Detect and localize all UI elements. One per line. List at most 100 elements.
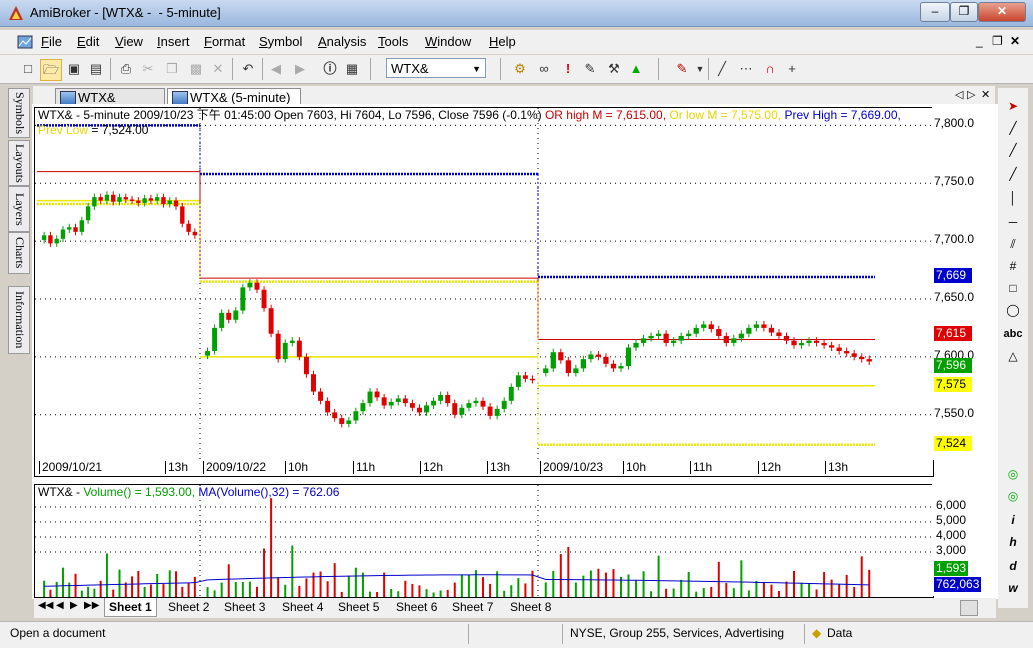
- tab-scroll-left-icon[interactable]: ◁: [955, 88, 963, 101]
- chevron-down-icon[interactable]: ▼: [690, 59, 710, 79]
- new-document-icon[interactable]: □: [18, 59, 38, 79]
- sheet-tab-8[interactable]: Sheet 8: [506, 598, 555, 616]
- status-data[interactable]: Data: [827, 626, 852, 640]
- sheet-tab-2[interactable]: Sheet 2: [164, 598, 213, 616]
- window-restore-button[interactable]: ❐: [950, 2, 978, 22]
- window-close-button[interactable]: ✕: [978, 2, 1026, 22]
- sheet-tab-4[interactable]: Sheet 4: [278, 598, 327, 616]
- price-axis[interactable]: 7,800.0 7,750.0 7,700.0 7,650.0 7,600.0 7,550…: [932, 107, 996, 460]
- tab-close-icon[interactable]: ✕: [981, 88, 990, 101]
- alert-icon[interactable]: !: [558, 59, 578, 79]
- symbol-combo[interactable]: WTX& ▼: [386, 58, 486, 78]
- volume-tick-label: 6,000: [936, 498, 967, 512]
- magnet-icon[interactable]: ∩: [760, 59, 780, 79]
- volume-chart[interactable]: [35, 485, 933, 597]
- date-tick-label: 2009/10/22: [203, 461, 266, 474]
- candle-body: [282, 342, 288, 360]
- side-tab-symbols[interactable]: Symbols: [8, 88, 30, 138]
- hammer-icon[interactable]: ⚒: [604, 59, 624, 79]
- candle-body: [550, 352, 556, 369]
- window-title: AmiBroker - [WTX& - - 5-minute]: [30, 5, 221, 20]
- open-folder-icon[interactable]: 🗁: [40, 59, 62, 81]
- forward-icon[interactable]: ▶: [290, 59, 310, 79]
- extended-line-icon[interactable]: ╱: [1002, 164, 1024, 184]
- ray-icon[interactable]: ╱: [1002, 140, 1024, 160]
- parallel-lines-icon[interactable]: ⫽: [1002, 234, 1024, 254]
- horizontal-scrollbar-thumb[interactable]: [960, 600, 978, 616]
- candle-body: [738, 333, 744, 339]
- interval-h-icon[interactable]: h: [1002, 532, 1024, 552]
- tab-scroll-right-icon[interactable]: ▷: [967, 88, 975, 101]
- date-tick-label: 13h: [165, 461, 188, 474]
- optimize-icon[interactable]: ▲: [626, 59, 646, 79]
- zoom-out-icon[interactable]: ◎: [1002, 486, 1024, 506]
- interval-i-icon[interactable]: i: [1002, 510, 1024, 530]
- print-icon[interactable]: ⎙: [116, 59, 136, 79]
- menu-format[interactable]: Format: [204, 34, 245, 49]
- save-all-icon[interactable]: ▤: [86, 59, 106, 79]
- menu-file[interactable]: File: [41, 34, 62, 49]
- window-minimize-button[interactable]: –: [920, 2, 950, 22]
- sheet-tab-1[interactable]: Sheet 1: [104, 598, 157, 617]
- menu-edit[interactable]: Edit: [77, 34, 99, 49]
- side-tab-layouts[interactable]: Layouts: [8, 140, 30, 186]
- candle-body: [821, 342, 827, 346]
- last-sheet-icon[interactable]: ▶▶: [84, 600, 99, 611]
- mdi-restore-button[interactable]: ❐: [992, 34, 1003, 48]
- price-pane[interactable]: [34, 107, 934, 462]
- fibonacci-icon[interactable]: #: [1002, 256, 1024, 276]
- rectangle-icon[interactable]: □: [1002, 278, 1024, 298]
- horizontal-line-icon[interactable]: ─: [1002, 212, 1024, 232]
- back-icon[interactable]: ◀: [266, 59, 286, 79]
- menu-symbol[interactable]: Symbol: [259, 34, 302, 49]
- triangle-icon[interactable]: △: [1002, 346, 1024, 366]
- zoom-in-icon[interactable]: ◎: [1002, 464, 1024, 484]
- side-tab-charts[interactable]: Charts: [8, 232, 30, 274]
- menu-help[interactable]: Help: [489, 34, 516, 49]
- sheet-tab-7[interactable]: Sheet 7: [448, 598, 497, 616]
- side-tab-information[interactable]: Information: [8, 286, 30, 354]
- volume-pane[interactable]: [34, 484, 934, 598]
- gear-icon[interactable]: ⚙: [510, 59, 530, 79]
- candle-body: [445, 395, 451, 404]
- prev-sheet-icon[interactable]: ◀: [56, 600, 64, 611]
- menu-analysis[interactable]: Analysis: [318, 34, 366, 49]
- undo-icon[interactable]: ↶: [238, 59, 258, 79]
- calendar-icon[interactable]: ▦: [342, 59, 362, 79]
- mdi-minimize-button[interactable]: _: [976, 34, 983, 48]
- cut-icon[interactable]: ✂: [138, 59, 158, 79]
- tab-label: WTX& (5-minute): [190, 90, 291, 105]
- color-pen-icon[interactable]: ✎: [672, 59, 692, 79]
- sheet-tab-6[interactable]: Sheet 6: [392, 598, 441, 616]
- next-sheet-icon[interactable]: ▶: [70, 600, 78, 611]
- menu-window[interactable]: Window: [425, 34, 471, 49]
- interval-d-icon[interactable]: d: [1002, 556, 1024, 576]
- copy-icon[interactable]: ❐: [162, 59, 182, 79]
- volume-axis[interactable]: 6,000 5,000 4,000 3,000 1,593 762,063: [932, 484, 996, 596]
- menu-view[interactable]: View: [115, 34, 143, 49]
- report-icon[interactable]: ✎: [580, 59, 600, 79]
- vertical-line-icon[interactable]: │: [1002, 188, 1024, 208]
- paste-icon[interactable]: ▩: [186, 59, 206, 79]
- delete-icon[interactable]: ✕: [208, 59, 228, 79]
- menu-insert[interactable]: Insert: [157, 34, 190, 49]
- ellipse-icon[interactable]: ◯: [1002, 300, 1024, 320]
- first-sheet-icon[interactable]: ◀◀: [38, 600, 53, 611]
- sheet-tab-3[interactable]: Sheet 3: [220, 598, 269, 616]
- crosshair-icon[interactable]: +: [782, 59, 802, 79]
- sheet-tab-5[interactable]: Sheet 5: [334, 598, 383, 616]
- menu-tools[interactable]: Tools: [378, 34, 408, 49]
- text-tool-icon[interactable]: abc: [1002, 324, 1024, 344]
- select-arrow-icon[interactable]: ➤: [1002, 96, 1024, 116]
- dotted-line-icon[interactable]: ⋯: [736, 59, 756, 79]
- interval-w-icon[interactable]: w: [1002, 578, 1024, 598]
- trend-line-icon[interactable]: ╱: [1002, 118, 1024, 138]
- mdi-close-button[interactable]: ✕: [1010, 34, 1020, 48]
- side-tab-layers[interactable]: Layers: [8, 186, 30, 232]
- price-chart[interactable]: [35, 108, 933, 461]
- save-icon[interactable]: ▣: [64, 59, 84, 79]
- line-tool-icon[interactable]: ╱: [712, 59, 732, 79]
- info-icon[interactable]: ⓘ: [320, 59, 340, 79]
- date-axis[interactable]: 2009/10/21 13h 2009/10/22 10h 11h 12h 13h 2009/…: [34, 460, 934, 477]
- binoculars-icon[interactable]: ∞: [534, 59, 554, 79]
